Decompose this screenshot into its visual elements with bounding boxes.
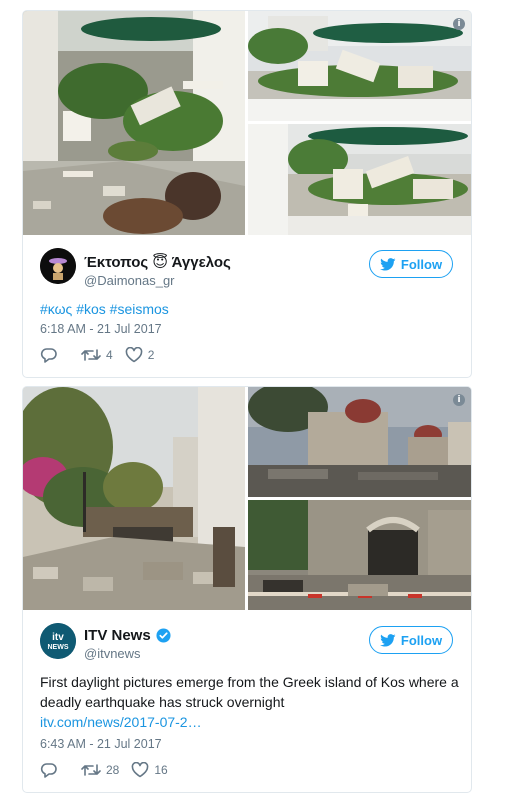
reply-button[interactable]	[40, 762, 63, 778]
info-icon[interactable]: i	[453, 394, 465, 406]
photo-grid	[23, 387, 471, 610]
tweet-photo[interactable]	[248, 124, 471, 235]
tweet-actions: 28 16	[40, 761, 180, 779]
retweet-button[interactable]: 4	[81, 347, 113, 363]
retweet-count: 4	[106, 348, 113, 362]
twitter-bird-icon	[380, 257, 396, 271]
tweet-card: i Έκτοπος 😇 Άγγελος @Daimonas_gr Follow …	[22, 10, 472, 378]
follow-label: Follow	[400, 256, 443, 272]
reply-button[interactable]	[40, 347, 63, 363]
reply-icon	[40, 763, 57, 778]
like-button[interactable]: 16	[131, 762, 168, 778]
tweet-card: i itv NEWS ITV News @itvnews Follow Firs…	[22, 386, 472, 793]
reply-icon	[40, 348, 57, 363]
tweet-photo[interactable]	[248, 387, 471, 497]
follow-button[interactable]: Follow	[369, 626, 453, 654]
follow-label: Follow	[400, 632, 443, 648]
hashtag-link[interactable]: #kos	[76, 301, 106, 317]
tweet-text: #κως #kos #seismos	[40, 299, 169, 319]
author-name-text: ITV News	[84, 627, 151, 644]
avatar[interactable]: itv NEWS	[40, 623, 76, 659]
twitter-bird-icon	[380, 633, 396, 647]
tweet-actions: 4 2	[40, 346, 166, 364]
retweet-icon	[81, 764, 101, 776]
retweet-count: 28	[106, 763, 120, 777]
info-icon[interactable]: i	[453, 18, 465, 30]
retweet-icon	[81, 349, 101, 361]
itv-logo-text: itv	[52, 632, 64, 643]
like-count: 2	[147, 348, 155, 362]
tweet-photo[interactable]	[23, 387, 245, 610]
article-link[interactable]: itv.com/news/2017-07-2…	[40, 712, 202, 732]
news-logo-text: NEWS	[48, 644, 69, 651]
avatar[interactable]	[40, 248, 76, 284]
verified-badge-icon	[156, 628, 171, 643]
author-name[interactable]: Έκτοπος 😇 Άγγελος	[84, 253, 231, 271]
author-handle[interactable]: @Daimonas_gr	[84, 273, 175, 288]
tweet-timestamp[interactable]: 6:43 AM - 21 Jul 2017	[40, 737, 162, 751]
author-name-part1: Έκτοπος	[84, 254, 149, 271]
hashtag-link[interactable]: #seismos	[110, 301, 169, 317]
like-count: 16	[154, 763, 168, 777]
like-button[interactable]: 2	[125, 347, 155, 363]
tweet-photo[interactable]	[248, 500, 471, 610]
hashtag-link[interactable]: #κως	[40, 301, 72, 317]
retweet-button[interactable]: 28	[81, 762, 119, 778]
tweet-timestamp[interactable]: 6:18 AM - 21 Jul 2017	[40, 322, 162, 336]
tweet-text: First daylight pictures emerge from the …	[40, 674, 459, 710]
heart-icon	[125, 347, 143, 363]
photo-grid	[23, 11, 471, 235]
tweet-photo[interactable]	[23, 11, 245, 235]
heart-icon	[132, 762, 149, 778]
tweet-photo[interactable]	[248, 11, 471, 121]
author-handle[interactable]: @itvnews	[84, 646, 141, 661]
follow-button[interactable]: Follow	[369, 250, 453, 278]
author-name[interactable]: ITV News	[84, 627, 171, 644]
halo-emoji: 😇	[152, 253, 169, 271]
author-name-part2: Άγγελος	[171, 254, 231, 271]
